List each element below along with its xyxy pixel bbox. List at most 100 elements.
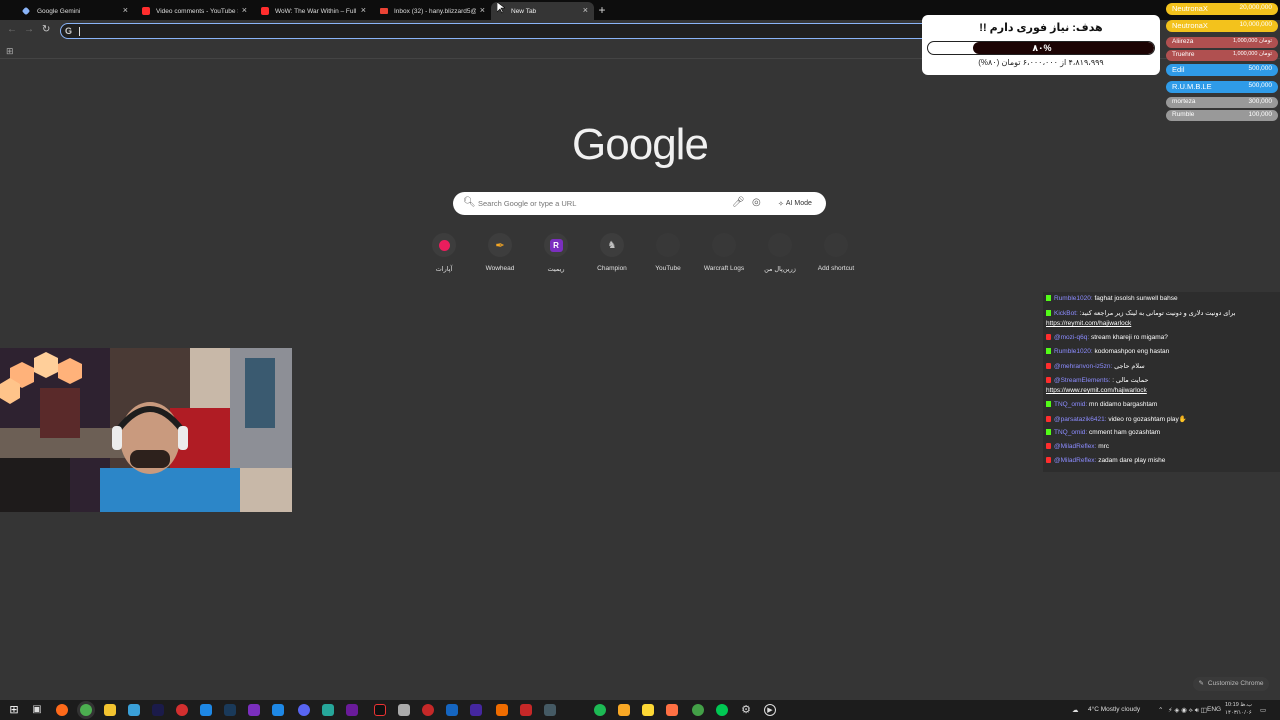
app-icon[interactable]	[322, 704, 334, 716]
app-icon[interactable]	[272, 704, 284, 716]
weather-text[interactable]: 4°C Mostly cloudy	[1088, 706, 1140, 713]
app-icon[interactable]	[398, 704, 410, 716]
tab-wow-video[interactable]: WoW: The War Within – Full Lo ×	[253, 2, 372, 20]
windows-taskbar: ⊞ ▣ ⚙ ▶ ☁ 4°C Mostly cloudy ⌃ ⚡ ◈ ◉ ⟡ 🔊︎…	[0, 700, 1280, 720]
ai-mode-button[interactable]: ✧ AI Mode	[772, 196, 818, 211]
shortcut-aparat[interactable]: آپارات	[416, 232, 472, 276]
tab-google-gemini[interactable]: Google Gemini ×	[15, 2, 134, 20]
close-icon[interactable]: ×	[123, 5, 128, 15]
new-tab-button[interactable]: +	[596, 3, 608, 17]
shortcut-label: Warcraft Logs	[703, 265, 745, 272]
reload-icon[interactable]: ↻	[42, 24, 50, 35]
kick-icon	[1046, 429, 1051, 436]
clock-date[interactable]: ۱۴۰۳/۱۰/۰۶	[1225, 710, 1252, 716]
app-icon[interactable]	[692, 704, 704, 716]
app-icon[interactable]	[642, 704, 654, 716]
shortcut-wowhead[interactable]: ✒ Wowhead	[472, 232, 528, 276]
donor-name: Aliireza	[1172, 38, 1194, 45]
shortcut-warcraft-logs[interactable]: Warcraft Logs	[696, 232, 752, 276]
chrome-icon[interactable]	[80, 704, 92, 716]
reymit-icon[interactable]	[248, 704, 260, 716]
app-icon[interactable]	[346, 704, 358, 716]
shortcut-icon	[768, 233, 792, 257]
tab-youtube-studio[interactable]: Video comments - YouTube Stu ×	[134, 2, 253, 20]
search-icon: 🔍︎	[463, 197, 476, 208]
shortcut-champion[interactable]: ♞ Champion	[584, 232, 640, 276]
kick-icon	[1046, 295, 1051, 302]
donor-row: Rumble 100,000	[1166, 110, 1278, 121]
discord-icon[interactable]	[298, 704, 310, 716]
app-icon[interactable]	[496, 704, 508, 716]
tab-title: Google Gemini	[37, 7, 81, 15]
donor-name: morteza	[1172, 98, 1196, 105]
chat-message: @MiladReflex: mrc	[1046, 443, 1109, 450]
search-box[interactable]: 🔍︎ 🎤︎ ◎ ✧AI Mode	[453, 192, 826, 215]
app-icon[interactable]	[618, 704, 630, 716]
chat-username: @MiladReflex:	[1054, 443, 1097, 450]
pencil-icon: ✎	[1198, 680, 1204, 687]
chat-link[interactable]: https://www.reymit.com/hajiwarlock	[1046, 387, 1147, 394]
app-icon[interactable]	[128, 704, 140, 716]
settings-icon[interactable]: ⚙	[740, 704, 752, 716]
customize-chrome-button[interactable]: ✎ Customize Chrome	[1193, 677, 1269, 691]
app-icon[interactable]	[200, 704, 212, 716]
language-indicator[interactable]: ENG	[1207, 706, 1221, 713]
notification-icon[interactable]: ▭	[1260, 706, 1266, 714]
app-icon[interactable]	[716, 704, 728, 716]
shortcut-add[interactable]: Add shortcut	[808, 232, 864, 276]
chat-link[interactable]: https://reymit.com/hajiwarlock	[1046, 320, 1131, 327]
tab-gmail-inbox[interactable]: Inbox (32) - hany.blizzard5@gm ×	[372, 2, 491, 20]
donor-row: NeutronaX 10,000,000	[1166, 20, 1278, 32]
task-view-icon[interactable]: ▣	[31, 704, 43, 716]
shortcut-youtube[interactable]: YouTube	[640, 232, 696, 276]
chat-message: TNQ_omid: mn didamo bargashtam	[1046, 401, 1157, 408]
google-lens-icon[interactable]: ◎	[752, 197, 761, 208]
goal-subtitle: ۴،۸۱۹،۹۹۹ از ۶،۰۰۰،۰۰۰ تومان (۸۰%)	[978, 58, 1104, 67]
back-icon[interactable]: ←	[7, 24, 17, 35]
chat-message: @mehranvon-iz5zn: سلام حاجی	[1046, 362, 1145, 370]
chat-message: Rumble1020: kodomashpon eng hastan	[1046, 348, 1169, 355]
shortcut-zarinpal[interactable]: زرین‌پال من	[752, 232, 808, 276]
shortcut-label: Champion	[597, 265, 627, 272]
file-explorer-icon[interactable]	[104, 704, 116, 716]
close-icon[interactable]: ×	[242, 5, 247, 15]
close-icon[interactable]: ×	[583, 5, 588, 15]
close-icon[interactable]: ×	[361, 5, 366, 15]
app-icon[interactable]	[374, 704, 386, 716]
app-icon[interactable]	[520, 704, 532, 716]
address-bar[interactable]: G	[60, 23, 930, 39]
donor-row: R.U.M.B.LE 500,000	[1166, 81, 1278, 93]
premiere-icon[interactable]	[152, 704, 164, 716]
firefox-icon[interactable]	[56, 704, 68, 716]
app-icon[interactable]	[446, 704, 458, 716]
tab-new-tab[interactable]: New Tab ×	[491, 2, 594, 20]
app-icon[interactable]	[470, 704, 482, 716]
close-icon[interactable]: ×	[480, 5, 485, 15]
microphone-icon[interactable]: 🎤︎	[732, 197, 745, 208]
shortcut-reymit[interactable]: R ریمیت	[528, 232, 584, 276]
apps-grid-icon[interactable]: ⊞	[6, 46, 14, 57]
tray-chevron-icon[interactable]: ⌃	[1158, 706, 1163, 714]
media-icon[interactable]: ▶	[764, 704, 776, 716]
steam-icon[interactable]	[224, 704, 236, 716]
text-cursor	[79, 27, 80, 36]
donor-name: Truehre	[1172, 51, 1195, 58]
webcam-overlay	[0, 348, 292, 512]
app-icon[interactable]	[544, 704, 556, 716]
chat-text: video ro gozashtam play✋	[1108, 416, 1187, 423]
windows-start-icon[interactable]: ⊞	[8, 704, 20, 716]
weather-icon[interactable]: ☁	[1072, 706, 1079, 714]
chat-text: cmment ham gozashtam	[1089, 429, 1161, 436]
chat-message: Rumble1020: faghat josolsh sunwell bahse	[1046, 295, 1178, 302]
donor-row: Aliireza 1,000,000 تومان	[1166, 37, 1278, 48]
search-input[interactable]	[478, 196, 718, 211]
chat-text: kodomashpon eng hastan	[1094, 348, 1170, 355]
forward-icon[interactable]: →	[24, 24, 34, 35]
app-icon[interactable]	[422, 704, 434, 716]
clock-time[interactable]: 10:19 ب.ظ	[1225, 702, 1252, 708]
obs-icon[interactable]	[176, 704, 188, 716]
tray-icons[interactable]: ⚡ ◈ ◉ ⟡ 🔊︎ ◫	[1168, 706, 1207, 715]
app-icon[interactable]	[666, 704, 678, 716]
spotify-icon[interactable]	[594, 704, 606, 716]
goal-title: هدف: نیاز فوری دارم !!	[979, 22, 1103, 34]
